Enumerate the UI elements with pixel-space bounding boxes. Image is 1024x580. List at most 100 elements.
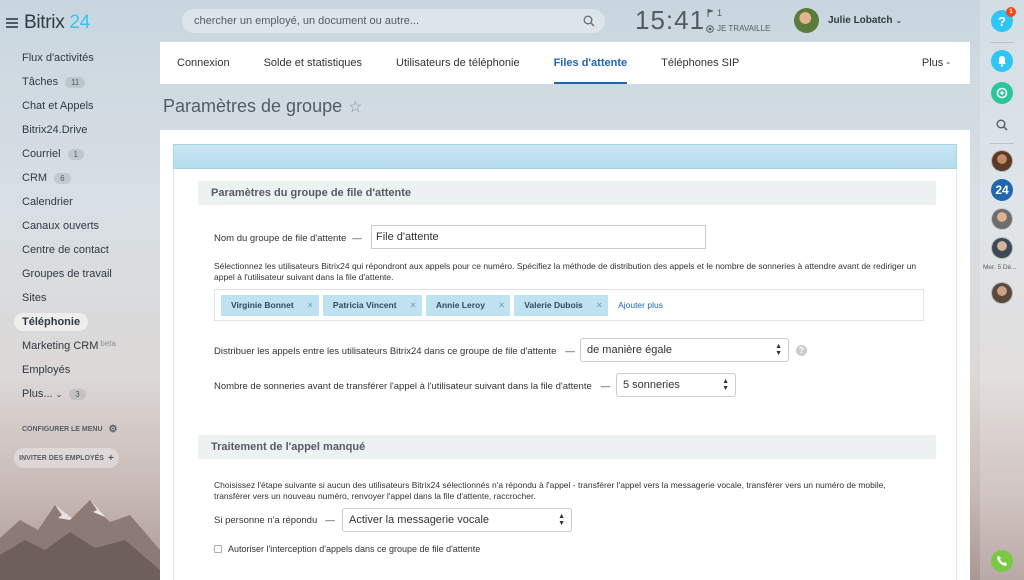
sidebar-item-label: Canaux ouverts xyxy=(22,220,100,232)
tab-telephony-users[interactable]: Utilisateurs de téléphonie xyxy=(379,42,537,84)
search-icon[interactable] xyxy=(583,15,595,27)
sidebar-item-label: Courriel xyxy=(22,148,61,160)
invite-employees-button[interactable]: INVITER DES EMPLOYÉS + xyxy=(14,448,119,468)
sidebar-item-sites[interactable]: Sites xyxy=(0,286,155,310)
sidebar-item-label: Plus... xyxy=(22,388,53,400)
sidebar-item-mail[interactable]: Courriel 1 xyxy=(0,142,155,166)
contact-avatar[interactable] xyxy=(991,237,1013,259)
notification-badge: 1 xyxy=(1006,7,1016,17)
sidebar-item-label: Groupes de travail xyxy=(22,268,112,280)
page-title-row: Paramètres de groupe ☆ xyxy=(163,96,362,117)
sidebar-item-calendar[interactable]: Calendrier xyxy=(0,190,155,214)
invite-label: INVITER DES EMPLOYÉS xyxy=(19,454,104,462)
user-name[interactable]: Julie Lobatch ⌄ xyxy=(828,15,902,26)
close-icon[interactable]: × xyxy=(308,300,313,310)
close-icon[interactable]: × xyxy=(597,300,602,310)
user-menu[interactable]: Julie Lobatch ⌄ xyxy=(794,8,902,33)
configure-menu-label: CONFIGURER LE MENU xyxy=(22,425,103,433)
tab-sip-phones[interactable]: Téléphones SIP xyxy=(644,42,756,84)
intercept-label: Autoriser l'interception d'appels dans c… xyxy=(228,544,481,554)
sidebar-item-label: CRM xyxy=(22,172,48,184)
search-bar[interactable] xyxy=(182,9,605,33)
bitrix24-chat-button[interactable]: 24 xyxy=(991,179,1013,201)
count-badge: 11 xyxy=(65,76,86,88)
sidebar-item-tasks[interactable]: Tâches 11 xyxy=(0,70,155,94)
queue-name-field[interactable] xyxy=(371,225,706,249)
sidebar-item-more[interactable]: Plus... ⌄ 3 xyxy=(0,382,155,406)
chevron-down-icon: ⌄ xyxy=(55,389,63,399)
flag-counter[interactable]: 1 xyxy=(707,8,722,18)
flag-count: 1 xyxy=(717,8,723,18)
panel-banner xyxy=(173,144,957,169)
sidebar-item-telephony[interactable]: Téléphonie xyxy=(0,310,155,334)
queue-section-header: Paramètres du groupe de file d'attente xyxy=(198,181,936,205)
intercept-checkbox[interactable] xyxy=(214,545,222,553)
clock: 15:41 xyxy=(635,5,706,35)
search-button[interactable] xyxy=(991,114,1013,136)
contact-avatar[interactable] xyxy=(991,282,1013,304)
page-title: Paramètres de groupe xyxy=(163,96,343,116)
user-selector[interactable]: Virginie Bonnet × Patricia Vincent × Annie… xyxy=(214,289,924,321)
sidebar-item-employees[interactable]: Employés xyxy=(0,358,155,382)
form-area: Paramètres du groupe de file d'attente N… xyxy=(173,169,957,580)
add-more-link[interactable]: Ajouter plus xyxy=(618,300,663,310)
logo[interactable]: Bitrix 24 xyxy=(6,12,90,34)
sidebar-item-contact-center[interactable]: Centre de contact xyxy=(0,238,155,262)
no-answer-select[interactable]: Activer la messagerie vocale ▲ ▼ xyxy=(342,508,572,532)
distribution-select[interactable]: de manière égale ▲ ▼ xyxy=(580,338,789,362)
sidebar-item-label: Marketing CRM xyxy=(22,340,99,352)
user-avatar[interactable] xyxy=(794,8,819,33)
close-icon[interactable]: × xyxy=(411,300,416,310)
contact-avatar[interactable] xyxy=(991,150,1013,172)
select-arrows-icon: ▲ ▼ xyxy=(722,378,729,392)
configure-menu-button[interactable]: CONFIGURER LE MENU ⚙ xyxy=(0,422,155,436)
sidebar-item-drive[interactable]: Bitrix24.Drive xyxy=(0,118,155,142)
menu-icon[interactable] xyxy=(6,18,18,28)
plus-icon: + xyxy=(107,452,114,464)
main-panel: Paramètres du groupe de file d'attente N… xyxy=(160,130,970,580)
beta-tag: beta xyxy=(100,338,116,348)
tab-balance-stats[interactable]: Solde et statistiques xyxy=(247,42,379,84)
search-input[interactable] xyxy=(194,15,574,27)
intercept-option: Autoriser l'interception d'appels dans c… xyxy=(214,544,480,554)
tab-queues[interactable]: Files d'attente xyxy=(537,42,645,84)
count-badge: 6 xyxy=(54,172,71,184)
close-icon[interactable]: × xyxy=(499,300,504,310)
star-icon[interactable]: ☆ xyxy=(348,97,362,117)
help-icon[interactable]: ? xyxy=(796,345,807,356)
chat-icon xyxy=(996,87,1008,99)
call-button[interactable] xyxy=(991,550,1013,572)
bell-icon xyxy=(998,56,1006,67)
sidebar-item-open-channels[interactable]: Canaux ouverts xyxy=(0,214,155,238)
sidebar-item-label: Centre de contact xyxy=(22,244,109,256)
distribution-value: de manière égale xyxy=(587,344,673,356)
sidebar-item-label: Flux d'activités xyxy=(22,52,94,64)
tab-bar: Connexion Solde et statistiques Utilisat… xyxy=(160,42,970,84)
missed-description: Choisissez l'étape suivante si aucun des… xyxy=(214,480,886,501)
work-status[interactable]: JE TRAVAILLE xyxy=(706,24,770,33)
tab-connexion[interactable]: Connexion xyxy=(160,42,247,84)
rings-select[interactable]: 5 sonneries ▲ ▼ xyxy=(616,373,736,397)
distribute-label: Distribuer les appels entre les utilisat… xyxy=(214,346,575,357)
sidebar-item-label: Tâches xyxy=(22,76,59,88)
sidebar-item-crm[interactable]: CRM 6 xyxy=(0,166,155,190)
user-chip[interactable]: Annie Leroy × xyxy=(425,294,511,316)
chevron-down-icon: ⌄ xyxy=(895,16,903,25)
tab-more[interactable]: Plus - xyxy=(905,42,970,84)
sidebar-item-chat[interactable]: Chat et Appels xyxy=(0,94,155,118)
sidebar-item-workgroups[interactable]: Groupes de travail xyxy=(0,262,155,286)
sidebar-item-marketing[interactable]: Marketing CRM beta xyxy=(0,334,155,358)
rings-value: 5 sonneries xyxy=(623,379,680,391)
notifications-button[interactable] xyxy=(991,50,1013,72)
user-chip[interactable]: Virginie Bonnet × xyxy=(221,294,319,316)
open-channels-button[interactable] xyxy=(991,82,1013,104)
sidebar-item-label: Téléphonie xyxy=(14,313,89,331)
user-chip[interactable]: Patricia Vincent × xyxy=(322,294,422,316)
user-chip[interactable]: Valerie Dubois × xyxy=(514,294,609,316)
help-button[interactable]: ? 1 xyxy=(991,7,1016,32)
sidebar-item-feed[interactable]: Flux d'activités xyxy=(0,46,155,70)
no-answer-label: Si personne n'a répondu — xyxy=(214,515,335,526)
missed-section-header: Traitement de l'appel manqué xyxy=(198,435,936,459)
left-menu: Flux d'activités Tâches 11 Chat et Appels… xyxy=(0,46,155,468)
contact-avatar[interactable] xyxy=(991,208,1013,230)
